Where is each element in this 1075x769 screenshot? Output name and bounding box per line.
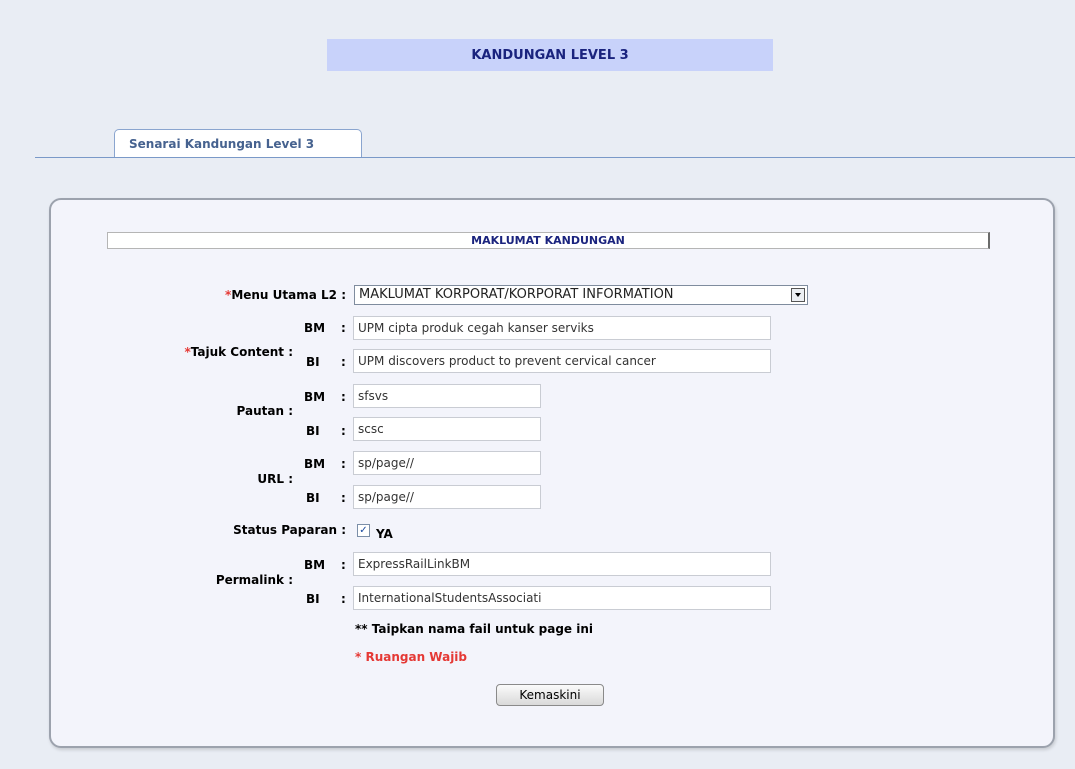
tajuk-bm-input[interactable] — [353, 316, 771, 340]
page-title: KANDUNGAN LEVEL 3 — [327, 39, 773, 71]
form-panel — [49, 198, 1055, 748]
tajuk-bi-label: BI — [306, 355, 320, 369]
status-label: Status Paparan : — [233, 523, 346, 537]
url-bi-input[interactable] — [353, 485, 541, 509]
colon: : — [341, 592, 346, 606]
colon: : — [341, 424, 346, 438]
tajuk-label: *Tajuk Content : — [184, 344, 293, 360]
permalink-bi-label: BI — [306, 592, 320, 606]
menu-utama-label: *Menu Utama L2 : — [225, 287, 346, 303]
filename-note: ** Taipkan nama fail untuk page ini — [355, 621, 593, 637]
pautan-label: Pautan : — [236, 404, 293, 418]
pautan-bm-input[interactable] — [353, 384, 541, 408]
url-bi-label: BI — [306, 491, 320, 505]
tab-senarai-kandungan[interactable]: Senarai Kandungan Level 3 — [114, 129, 362, 157]
tajuk-label-text: Tajuk Content : — [190, 345, 293, 359]
colon: : — [341, 457, 346, 471]
menu-utama-selected: MAKLUMAT KORPORAT/KORPORAT INFORMATION — [359, 287, 674, 302]
url-label: URL : — [257, 472, 293, 486]
chevron-down-icon[interactable] — [791, 288, 805, 302]
tajuk-bi-input[interactable] — [353, 349, 771, 373]
url-bm-label: BM — [304, 457, 326, 471]
colon: : — [341, 321, 346, 335]
tajuk-bm-label: BM — [304, 321, 326, 335]
status-checkbox[interactable]: ✓ — [357, 524, 370, 537]
pautan-bm-label: BM — [304, 390, 326, 404]
menu-utama-select[interactable]: MAKLUMAT KORPORAT/KORPORAT INFORMATION — [354, 285, 808, 305]
colon: : — [341, 491, 346, 505]
colon: : — [341, 355, 346, 369]
required-note: * Ruangan Wajib — [355, 650, 468, 664]
permalink-bi-input[interactable] — [353, 586, 771, 610]
permalink-bm-label: BM — [304, 558, 326, 572]
section-header: MAKLUMAT KANDUNGAN — [107, 232, 990, 249]
permalink-label: Permalink : — [215, 573, 293, 587]
colon: : — [341, 390, 346, 404]
colon: : — [341, 558, 346, 572]
kemaskini-button[interactable]: Kemaskini — [496, 684, 604, 706]
note-stars: ** — [355, 622, 368, 636]
pautan-bi-input[interactable] — [353, 417, 541, 441]
menu-utama-label-text: Menu Utama L2 : — [231, 288, 346, 302]
url-bm-input[interactable] — [353, 451, 541, 475]
pautan-bi-label: BI — [306, 424, 320, 438]
status-option-label: YA — [376, 527, 393, 541]
permalink-bm-input[interactable] — [353, 552, 771, 576]
note-text: Taipkan nama fail untuk page ini — [371, 622, 594, 636]
tab-divider — [35, 157, 1075, 158]
